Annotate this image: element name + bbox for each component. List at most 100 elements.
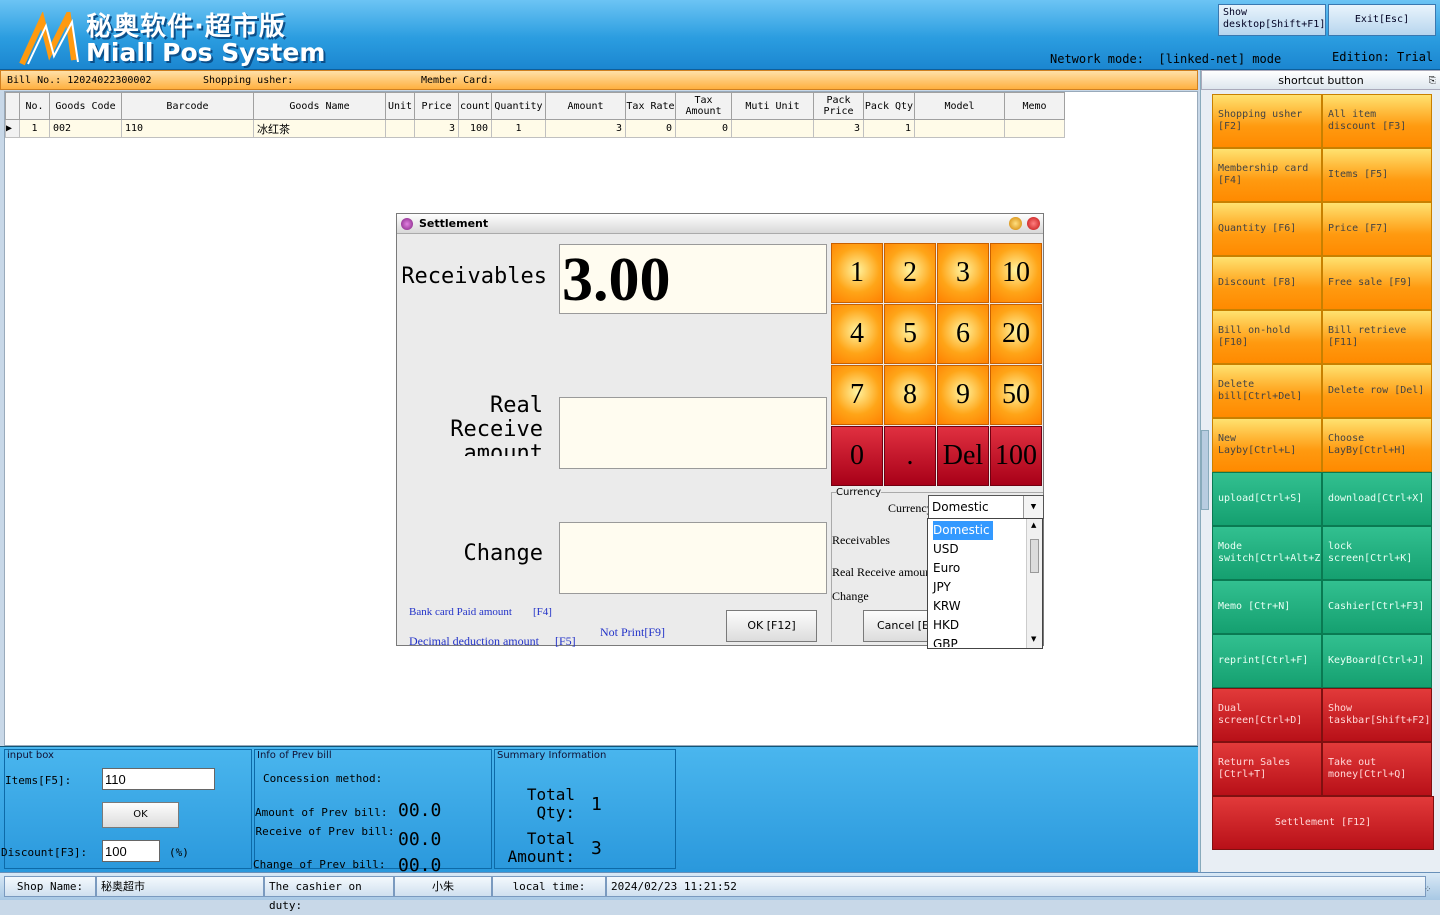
keypad-key[interactable]: 50 xyxy=(990,365,1042,425)
col-header[interactable]: Goods Code xyxy=(49,92,122,120)
currency-dropdown-list[interactable]: Domestic USD Euro JPY KRW HKD GBP ▲ ▼ xyxy=(927,518,1043,649)
status-bar: Shop Name: 秘奥超市 The cashier on duty: 小朱 … xyxy=(0,872,1440,912)
keypad-key[interactable]: 3 xyxy=(937,243,989,303)
change-label: Change xyxy=(463,541,543,566)
col-header[interactable]: Unit xyxy=(385,92,415,120)
keypad-key[interactable]: 0 xyxy=(831,426,883,486)
decimal-deduction-link[interactable]: Decimal deduction amount xyxy=(409,634,539,649)
shortcut-button[interactable]: Return Sales [Ctrl+T] xyxy=(1212,742,1322,796)
not-print-link[interactable]: Not Print[F9] xyxy=(600,625,665,640)
dropdown-scrollbar[interactable]: ▲ ▼ xyxy=(1026,519,1042,648)
shortcut-button[interactable]: Bill retrieve [F11] xyxy=(1322,310,1432,364)
shortcut-button[interactable]: Delete row [Del] xyxy=(1322,364,1432,418)
cancel-button[interactable]: Cancel [Esc] xyxy=(863,610,933,642)
dialog-titlebar: Settlement xyxy=(397,214,1043,234)
shortcut-button[interactable]: Cashier[Ctrl+F3] xyxy=(1322,580,1432,634)
shortcut-button[interactable]: Bill on-hold [F10] xyxy=(1212,310,1322,364)
currency-option[interactable]: Euro xyxy=(930,559,1026,578)
ok-button[interactable]: OK xyxy=(102,802,179,828)
discount-input[interactable] xyxy=(102,840,160,862)
shortcut-button[interactable]: Shopping usher [F2] xyxy=(1212,94,1322,148)
shortcut-button[interactable]: lock screen[Ctrl+K] xyxy=(1322,526,1432,580)
shortcut-button[interactable]: Items [F5] xyxy=(1322,148,1432,202)
currency-select[interactable]: Domestic ▼ xyxy=(928,495,1044,519)
col-header[interactable]: No. xyxy=(19,92,50,120)
shortcut-button[interactable]: Memo [Ctr+N] xyxy=(1212,580,1322,634)
shortcut-button[interactable]: upload[Ctrl+S] xyxy=(1212,472,1322,526)
col-header[interactable]: Goods Name xyxy=(253,92,386,120)
shortcut-button[interactable]: Membership card [F4] xyxy=(1212,148,1322,202)
col-header[interactable]: Muti Unit xyxy=(731,92,814,120)
shortcut-button[interactable]: New Layby[Ctrl+L] xyxy=(1212,418,1322,472)
currency-option[interactable]: USD xyxy=(930,540,1026,559)
col-header[interactable]: Tax Rate xyxy=(625,92,676,120)
chevron-down-icon[interactable]: ▼ xyxy=(1023,496,1043,518)
table-row[interactable]: ▶ 1 002 110 冰红茶 3 100 1 3 0 0 3 1 xyxy=(5,119,1065,138)
shortcut-button[interactable]: All item discount [F3] xyxy=(1322,94,1432,148)
real-receive-input[interactable] xyxy=(559,397,827,469)
keypad-key[interactable]: 6 xyxy=(937,304,989,364)
minimize-icon[interactable] xyxy=(1009,217,1022,230)
scroll-thumb[interactable] xyxy=(1030,539,1039,573)
shortcut-button[interactable]: Dual screen[Ctrl+D] xyxy=(1212,688,1322,742)
bank-card-link[interactable]: Bank card Paid amount xyxy=(409,606,512,618)
col-header[interactable]: Barcode xyxy=(121,92,254,120)
shortcut-button[interactable]: Price [F7] xyxy=(1322,202,1432,256)
keypad-key[interactable]: 9 xyxy=(937,365,989,425)
shortcut-button[interactable]: Mode switch[Ctrl+Alt+Z] xyxy=(1212,526,1326,580)
col-header[interactable]: Pack Qty xyxy=(863,92,915,120)
currency-option[interactable]: Domestic xyxy=(930,521,1026,540)
keypad-key[interactable]: 7 xyxy=(831,365,883,425)
currency-option[interactable]: JPY xyxy=(930,578,1026,597)
col-header[interactable]: Quantity xyxy=(491,92,546,120)
prev-bill-panel: Info of Prev bill Concession method: Amo… xyxy=(253,749,492,876)
pin-icon[interactable]: ⎘ xyxy=(1429,71,1436,91)
col-header[interactable]: Memo xyxy=(1004,92,1065,120)
shortcut-button[interactable]: Discount [F8] xyxy=(1212,256,1322,310)
keypad-key[interactable]: Del xyxy=(937,426,989,486)
shortcut-button[interactable]: Take out money[Ctrl+Q] xyxy=(1322,742,1432,796)
scroll-up-icon[interactable]: ▲ xyxy=(1031,521,1036,529)
shortcut-button[interactable]: Choose LayBy[Ctrl+H] xyxy=(1322,418,1432,472)
edition: Edition: Trial xyxy=(1332,50,1434,64)
col-header[interactable]: Price xyxy=(414,92,459,120)
shortcut-button[interactable]: Show taskbar[Shift+F2] xyxy=(1322,688,1432,742)
keypad-key[interactable]: 2 xyxy=(884,243,936,303)
col-header[interactable]: Tax Amount xyxy=(675,92,732,120)
currency-option[interactable]: KRW xyxy=(930,597,1026,616)
keypad-key[interactable]: . xyxy=(884,426,936,486)
col-header[interactable]: Pack Price xyxy=(813,92,864,120)
receivables-field: 3.00 xyxy=(559,244,827,314)
shortcut-button[interactable]: reprint[Ctrl+F] xyxy=(1212,634,1322,688)
app-icon xyxy=(401,218,413,230)
close-icon[interactable] xyxy=(1027,217,1040,230)
col-header[interactable]: Amount xyxy=(545,92,626,120)
shortcut-button[interactable]: Free sale [F9] xyxy=(1322,256,1432,310)
scroll-down-icon[interactable]: ▼ xyxy=(1031,635,1036,643)
keypad-key[interactable]: 20 xyxy=(990,304,1042,364)
show-desktop-button[interactable]: Show desktop[Shift+F1] xyxy=(1218,4,1326,36)
exit-button[interactable]: Exit[Esc] xyxy=(1328,4,1436,36)
keypad-key[interactable]: 1 xyxy=(831,243,883,303)
ok-settle-button[interactable]: OK [F12] xyxy=(726,610,817,642)
items-input[interactable] xyxy=(102,768,215,790)
total-qty: 1 xyxy=(591,794,602,815)
col-header[interactable]: Model xyxy=(914,92,1005,120)
collapse-handle[interactable] xyxy=(1201,430,1209,510)
settlement-button[interactable]: Settlement [F12] xyxy=(1212,796,1434,850)
shortcut-button[interactable]: Delete bill[Ctrl+Del] xyxy=(1212,364,1322,418)
currency-option[interactable]: GBP xyxy=(930,635,1026,647)
cashier-name: 小朱 xyxy=(394,876,492,897)
keypad-key[interactable]: 10 xyxy=(990,243,1042,303)
shortcut-button[interactable]: Quantity [F6] xyxy=(1212,202,1322,256)
keypad-key[interactable]: 4 xyxy=(831,304,883,364)
shop-name: 秘奥超市 xyxy=(96,876,264,897)
keypad-key[interactable]: 100 xyxy=(990,426,1042,486)
shortcut-button[interactable]: download[Ctrl+X] xyxy=(1322,472,1432,526)
keypad-key[interactable]: 5 xyxy=(884,304,936,364)
col-header[interactable]: count xyxy=(458,92,492,120)
currency-option[interactable]: HKD xyxy=(930,616,1026,635)
keypad-key[interactable]: 8 xyxy=(884,365,936,425)
shortcut-button[interactable]: KeyBoard[Ctrl+J] xyxy=(1322,634,1432,688)
resize-grip-icon[interactable]: ⁘ xyxy=(1424,885,1432,895)
